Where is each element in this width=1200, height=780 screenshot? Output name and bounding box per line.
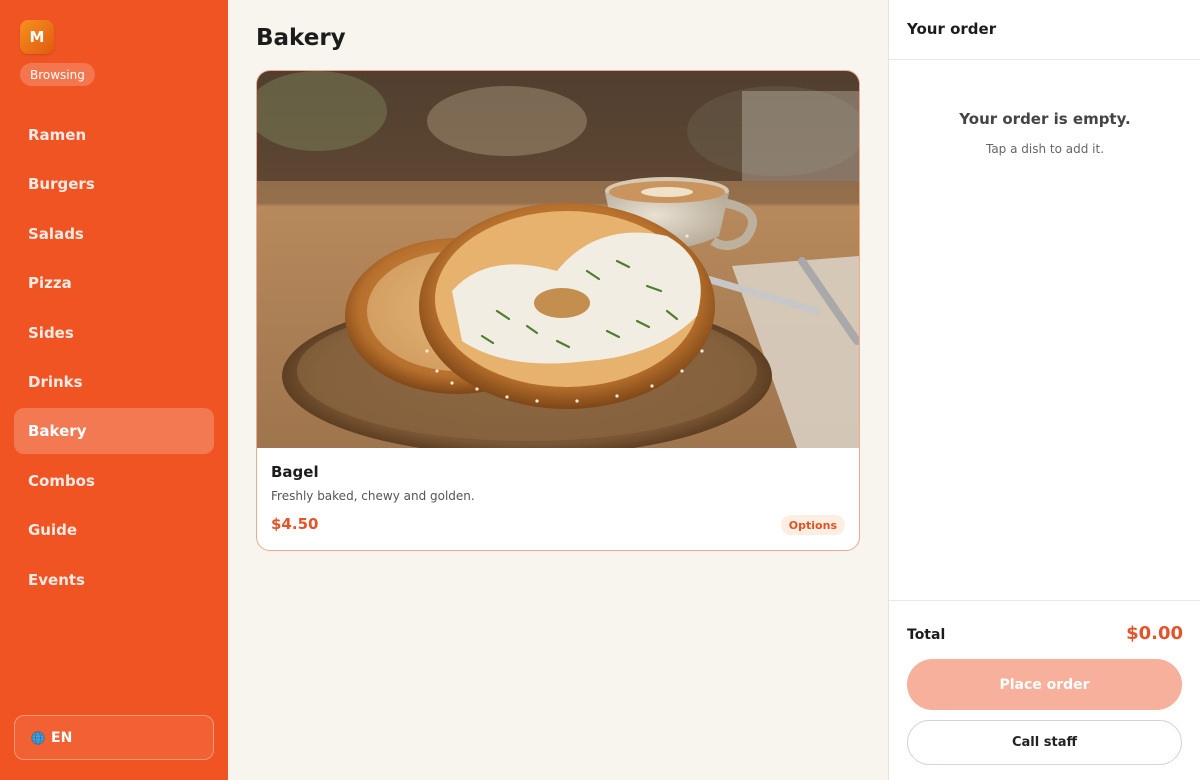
sidebar-item-pizza[interactable]: Pizza [14,260,214,306]
page-title: Bakery [256,25,346,51]
total-value: $0.00 [1126,623,1183,644]
status-badge: Browsing [20,63,95,86]
empty-order-hint: Tap a dish to add it. [985,142,1105,156]
order-header: Your order [889,0,1200,60]
language-button[interactable]: EN [14,715,214,760]
call-staff-button[interactable]: Call staff [907,720,1182,765]
order-title: Your order [907,20,997,38]
total-label: Total [907,627,946,643]
sidebar-item-burgers[interactable]: Burgers [14,161,214,207]
language-label: EN [51,729,73,746]
category-nav: Ramen Burgers Salads Pizza Sides Drinks … [14,112,214,606]
sidebar-item-events[interactable]: Events [14,557,214,603]
app-logo: M [20,20,54,54]
place-order-button[interactable]: Place order [907,659,1182,710]
menu-area: Bakery Bagel Freshly baked, chewy and go… [228,0,888,780]
dish-card-bagel[interactable]: Bagel Freshly baked, chewy and golden. $… [256,70,860,551]
sidebar-item-drinks[interactable]: Drinks [14,359,214,405]
sidebar-item-combos[interactable]: Combos [14,458,214,504]
sidebar-item-salads[interactable]: Salads [14,211,214,257]
dish-name: Bagel [271,463,319,481]
sidebar: M Browsing Ramen Burgers Salads Pizza Si… [0,0,228,780]
bagel-photo [257,71,859,448]
dish-description: Freshly baked, chewy and golden. [271,489,475,503]
globe-icon [31,730,45,745]
empty-order-title: Your order is empty. [959,110,1131,128]
sidebar-item-bakery[interactable]: Bakery [14,408,214,455]
sidebar-item-ramen[interactable]: Ramen [14,112,214,158]
order-panel: Your order Your order is empty. Tap a di… [888,0,1200,780]
dish-card-body: Bagel Freshly baked, chewy and golden. $… [257,448,859,550]
order-footer: Total $0.00 Place order Call staff [889,600,1200,780]
sidebar-item-guide[interactable]: Guide [14,507,214,553]
dish-price: $4.50 [271,515,319,533]
sidebar-item-sides[interactable]: Sides [14,310,214,356]
options-badge[interactable]: Options [780,515,845,535]
